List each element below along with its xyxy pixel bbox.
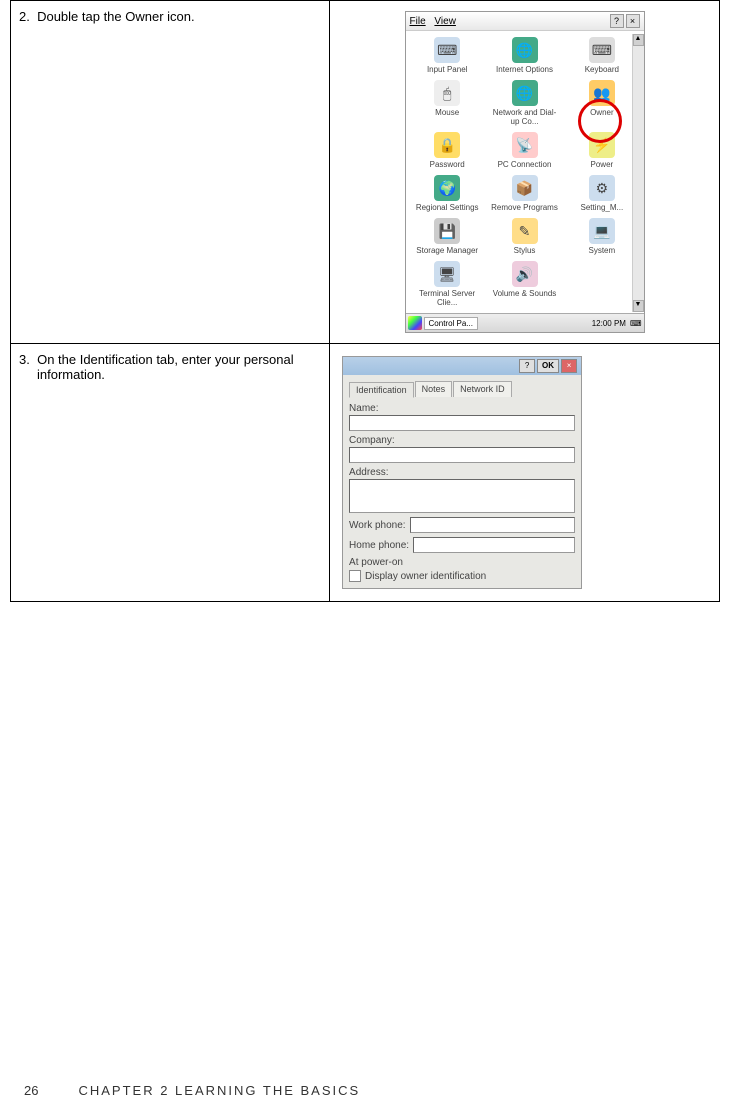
scroll-up-icon[interactable]: ▲ (633, 34, 644, 46)
company-label: Company: (349, 435, 575, 446)
taskbar: Control Pa... 12:00 PM ⌨ (406, 313, 644, 332)
icon-regional[interactable]: 🌍Regional Settings (410, 173, 485, 214)
company-field[interactable] (349, 447, 575, 463)
tab-notes[interactable]: Notes (415, 381, 453, 397)
icon-input-panel[interactable]: ⌨Input Panel (410, 35, 485, 76)
tab-network-id[interactable]: Network ID (453, 381, 512, 397)
sip-icon[interactable]: ⌨ (630, 319, 642, 328)
icon-power[interactable]: ⚡Power (564, 130, 639, 171)
name-field[interactable] (349, 415, 575, 431)
icon-grid: ⌨Input Panel 🌐Internet Options ⌨Keyboard… (406, 31, 644, 313)
icon-system[interactable]: 💻System (564, 216, 639, 257)
chapter-title: CHAPTER 2 LEARNING THE BASICS (78, 1083, 360, 1098)
scrollbar[interactable]: ▲ ▼ (632, 34, 644, 312)
menubar: File View ? × (406, 12, 644, 31)
step-2-text: 2. Double tap the Owner icon. (19, 9, 321, 24)
display-owner-checkbox[interactable] (349, 570, 361, 582)
icon-storage-manager[interactable]: 💾Storage Manager (410, 216, 485, 257)
help-icon[interactable]: ? (610, 14, 624, 28)
control-panel-screenshot: File View ? × ⌨Input Panel 🌐Internet Opt… (405, 11, 645, 333)
icon-terminal-server[interactable]: 🖥Terminal Server Clie... (410, 259, 485, 309)
icon-mouse[interactable]: 🖱Mouse (410, 78, 485, 128)
menu-file[interactable]: File (410, 16, 426, 27)
page-number: 26 (24, 1083, 38, 1098)
dialog-titlebar: ? OK × (343, 357, 581, 375)
close-icon[interactable]: × (561, 359, 577, 373)
work-phone-field[interactable] (410, 517, 575, 533)
name-label: Name: (349, 403, 575, 414)
scroll-down-icon[interactable]: ▼ (633, 300, 644, 312)
icon-pc-connection[interactable]: 📡PC Connection (487, 130, 562, 171)
work-phone-label: Work phone: (349, 520, 406, 531)
icon-password[interactable]: 🔒Password (410, 130, 485, 171)
power-on-label: At power-on (349, 557, 575, 568)
icon-volume-sounds[interactable]: 🔊Volume & Sounds (487, 259, 562, 309)
tab-row: Identification Notes Network ID (349, 381, 575, 397)
taskbar-time: 12:00 PM (592, 319, 626, 328)
tab-identification[interactable]: Identification (349, 382, 414, 398)
address-field[interactable] (349, 479, 575, 513)
home-phone-field[interactable] (413, 537, 575, 553)
display-owner-label: Display owner identification (365, 571, 486, 582)
icon-network[interactable]: 🌐Network and Dial-up Co... (487, 78, 562, 128)
icon-keyboard[interactable]: ⌨Keyboard (564, 35, 639, 76)
start-icon[interactable] (408, 316, 422, 330)
icon-remove-programs[interactable]: 📦Remove Programs (487, 173, 562, 214)
taskbar-button[interactable]: Control Pa... (424, 317, 478, 330)
icon-internet-options[interactable]: 🌐Internet Options (487, 35, 562, 76)
close-icon[interactable]: × (626, 14, 640, 28)
icon-stylus[interactable]: ✎Stylus (487, 216, 562, 257)
menu-view[interactable]: View (434, 16, 456, 27)
owner-dialog-screenshot: ? OK × Identification Notes Network ID N… (342, 356, 582, 589)
home-phone-label: Home phone: (349, 540, 409, 551)
page-footer: 26 CHAPTER 2 LEARNING THE BASICS (24, 1083, 360, 1098)
step-3-text: 3. On the Identification tab, enter your… (19, 352, 321, 382)
help-icon[interactable]: ? (519, 359, 535, 373)
ok-button[interactable]: OK (537, 359, 559, 373)
instruction-table: 2. Double tap the Owner icon. File View … (10, 0, 720, 602)
icon-setting-m[interactable]: ⚙Setting_M... (564, 173, 639, 214)
icon-owner[interactable]: 👥Owner (564, 78, 639, 128)
address-label: Address: (349, 467, 575, 478)
